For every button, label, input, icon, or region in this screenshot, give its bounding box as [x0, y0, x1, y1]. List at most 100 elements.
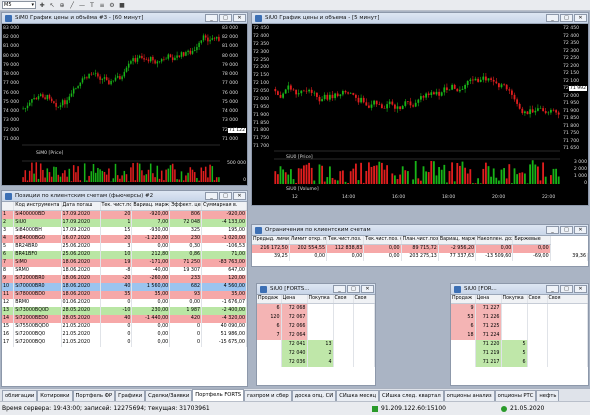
maximize-button[interactable]: □: [560, 14, 573, 22]
col-header[interactable]: Дата погаш: [61, 202, 101, 211]
col-header[interactable]: Тек.чист.поз.: [326, 236, 365, 245]
col-header[interactable]: Биржевые: [512, 236, 551, 245]
col-header[interactable]: Тек. чист.поз.: [100, 202, 133, 211]
tab-10[interactable]: опционы анализ: [443, 390, 495, 401]
orderbook-row[interactable]: 71 219 5: [451, 349, 588, 358]
col-header[interactable]: Лимит откр. п: [289, 236, 328, 245]
orderbook-row[interactable]: 72 041 13: [257, 340, 375, 349]
minimize-button[interactable]: _: [546, 226, 559, 234]
tab-3[interactable]: Графики: [115, 390, 146, 401]
orderbook-row[interactable]: 53 71 226: [451, 313, 588, 322]
col-header[interactable]: Эффект. цена: [169, 202, 203, 211]
orderbook-row[interactable]: 9 71 227: [451, 303, 588, 313]
orderbook-row[interactable]: 71 217 6: [451, 358, 588, 367]
orderbook-row[interactable]: 7 72 064: [257, 331, 375, 340]
hline-tool-icon[interactable]: —: [78, 1, 86, 9]
settings-icon[interactable]: ⚙: [108, 1, 116, 9]
table-row[interactable]: 4 Si84000BG0 16.07.2020 20 -1 220,00 230 -1 02…: [2, 235, 247, 243]
col-header[interactable]: Продаж: [257, 295, 282, 304]
col-header[interactable]: Предыд. лимит: [252, 236, 290, 245]
close-button[interactable]: ✕: [233, 14, 246, 22]
table-row[interactable]: 12 BRM0 01.06.2020 0 0,00 0,00 -1 676,07: [2, 299, 247, 307]
text-tool-icon[interactable]: T: [88, 1, 96, 9]
tab-2[interactable]: Портфель ФР: [72, 390, 116, 401]
close-button[interactable]: ✕: [233, 192, 246, 200]
col-header[interactable]: Тек.чист.поз. (: [363, 236, 402, 245]
close-button[interactable]: ✕: [361, 285, 374, 293]
tab-12[interactable]: нефть: [536, 390, 560, 401]
close-button[interactable]: ✕: [574, 226, 587, 234]
tab-5[interactable]: Портфель FORTS: [192, 389, 245, 401]
orderbook-row[interactable]: 71 220 5: [451, 340, 588, 349]
tab-0[interactable]: облигации: [2, 390, 38, 401]
tab-1[interactable]: Котировки: [37, 390, 73, 401]
chart-area[interactable]: 83 000 82 000 81 000 80 000 79 000 78 000 77 0…: [2, 24, 247, 185]
orderbook-titlebar[interactable]: SiU0 [FOR... _ □ ✕: [451, 284, 588, 295]
maximize-button[interactable]: □: [219, 14, 232, 22]
limits-row[interactable]: 39,25 0,00 0,00 0,00 203 275,13 77 337,63 -13 …: [252, 253, 588, 261]
col-header[interactable]: Цена: [281, 295, 308, 304]
table-row[interactable]: 6 BR41BF0 25.06.2020 10 212,80 0,86 71,00: [2, 251, 247, 259]
col-header[interactable]: Вариац. маржа: [438, 236, 477, 245]
table-row[interactable]: 7 SiM0 18.06.2020 19 -171,00 71 250 -83 763,00: [2, 259, 247, 267]
tab-6[interactable]: газпром и сбер: [244, 390, 292, 401]
table-row[interactable]: 5 BR24BR0 25.06.2020 3 0,00 0,30 -106,53: [2, 243, 247, 251]
col-header[interactable]: Покупка: [307, 295, 334, 304]
tab-11[interactable]: опционы РТС: [494, 390, 537, 401]
minimize-button[interactable]: _: [546, 285, 559, 293]
orderbook-row[interactable]: 72 036 4: [257, 358, 375, 367]
tab-7[interactable]: доска опц. СИ: [291, 390, 337, 401]
cursor-icon[interactable]: ↖: [48, 1, 56, 9]
minimize-button[interactable]: _: [333, 285, 346, 293]
fib-tool-icon[interactable]: ≡: [98, 1, 106, 9]
col-header[interactable]: Цена: [475, 295, 502, 304]
line-tool-icon[interactable]: ╱: [68, 1, 76, 9]
col-header[interactable]: Своя: [333, 295, 354, 304]
tab-9[interactable]: СИшка след. квартал: [379, 390, 444, 401]
orderbook-titlebar[interactable]: SiU0 [FORTS... _ □ ✕: [257, 284, 375, 295]
maximize-button[interactable]: □: [560, 226, 573, 234]
table-row[interactable]: 9 Si72000BR0 18.06.2020 -20 -260,00 233 120,00: [2, 275, 247, 283]
close-button[interactable]: ✕: [574, 14, 587, 22]
table-row[interactable]: 3 Si84000BH 17.09.2020 15 -930,00 325 195,00: [2, 227, 247, 235]
orderbook-row[interactable]: 6 72 068: [257, 303, 375, 313]
table-row[interactable]: 10 Si70000BR0 18.06.2020 40 1 560,00 682 4 560…: [2, 283, 247, 291]
col-header[interactable]: Своя: [353, 295, 375, 304]
minimize-button[interactable]: _: [205, 14, 218, 22]
limits-titlebar[interactable]: Ограничения по клиентским счетам _ □ ✕: [252, 225, 588, 236]
table-row[interactable]: 11 Si78000BD0 18.06.2020 35 35,00 93 35,00: [2, 291, 247, 299]
minimize-button[interactable]: _: [546, 14, 559, 22]
col-header[interactable]: План.чист.поз.: [401, 236, 439, 245]
col-header[interactable]: Покупка: [501, 295, 528, 304]
maximize-button[interactable]: □: [560, 285, 573, 293]
col-header[interactable]: Накоплен. доход: [475, 236, 514, 245]
zoom-icon[interactable]: ⊕: [58, 1, 66, 9]
table-row[interactable]: 15 Si75500BQD0 21.05.2020 0 0,00 0 40 090,00: [2, 323, 247, 331]
chart-window-titlebar[interactable]: SiU0 График цены и объема - [5 минут] _ □…: [252, 13, 588, 24]
timeframe-select[interactable]: M5: [2, 1, 36, 9]
table-row[interactable]: 17 Si72000BQ0 21.05.2020 0 0,00 0 -15 675,00: [2, 339, 247, 347]
col-header[interactable]: Вариац. маржа: [131, 202, 171, 211]
tab-4[interactable]: Сделки/Заявки: [145, 390, 193, 401]
crosshair-icon[interactable]: ✚: [38, 1, 46, 9]
positions-titlebar[interactable]: Позиции по клиентским счетам (фьючерсы) …: [2, 191, 247, 202]
minimize-button[interactable]: _: [205, 192, 218, 200]
maximize-button[interactable]: □: [347, 285, 360, 293]
limits-row[interactable]: 216 172,50 202 554,55 112 838,83 0,00 89 715…: [252, 244, 588, 253]
color-icon[interactable]: ■: [118, 1, 126, 9]
table-row[interactable]: 14 Si72000BED0 28.05.2020 40 -1 440,00 420 -4 …: [2, 315, 247, 323]
table-row[interactable]: 16 Si72000BQ0 21.05.2020 0 0,00 0 51 986,00: [2, 331, 247, 339]
tab-8[interactable]: СИшка месяц: [336, 390, 380, 401]
col-header[interactable]: Суммарная в.: [201, 202, 247, 211]
orderbook-row[interactable]: 120 72 067: [257, 313, 375, 322]
col-header[interactable]: Своя: [527, 295, 548, 304]
table-row[interactable]: 1 Si400000BD 17.09.2020 20 -920,00 806 -920,00: [2, 210, 247, 219]
orderbook-row[interactable]: 72 040 2: [257, 349, 375, 358]
maximize-button[interactable]: □: [219, 192, 232, 200]
col-header[interactable]: Своя: [547, 295, 588, 304]
chart-window-titlebar[interactable]: SiM0 График цены и объёма #3 - [60 минут…: [2, 13, 247, 24]
close-button[interactable]: ✕: [574, 285, 587, 293]
orderbook-row[interactable]: 6 71 225: [451, 322, 588, 331]
col-header[interactable]: Код инструмента: [13, 202, 62, 211]
orderbook-row[interactable]: 6 72 066: [257, 322, 375, 331]
